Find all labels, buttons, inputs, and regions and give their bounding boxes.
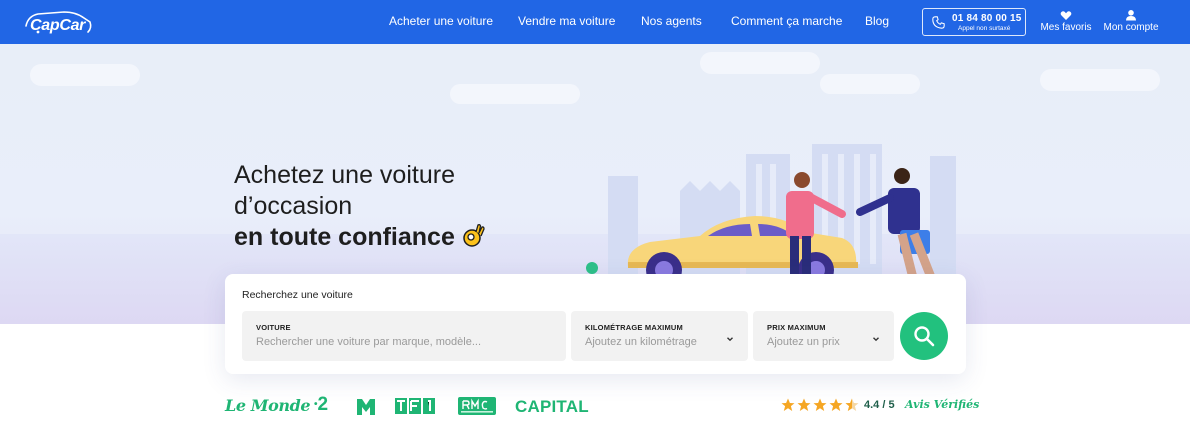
favorites-link[interactable]: Mes favoris xyxy=(1036,9,1096,33)
rating-score: 4.4 / 5 xyxy=(864,399,895,411)
price-value: Ajoutez un prix xyxy=(767,336,840,348)
headline-line-3-text: en toute confiance xyxy=(234,223,455,251)
press-logo-france2: •2 xyxy=(314,394,329,415)
mileage-label: KILOMÉTRAGE MAXIMUM xyxy=(585,323,683,332)
nav-link-buy[interactable]: Acheter une voiture xyxy=(389,14,493,28)
mileage-select[interactable]: KILOMÉTRAGE MAXIMUM Ajoutez un kilométra… xyxy=(571,311,748,361)
cloud-decoration xyxy=(820,74,920,94)
chevron-down-icon xyxy=(727,337,733,342)
tf1-logo-icon xyxy=(395,398,435,414)
top-navbar: CapCar Acheter une voiture Vendre ma voi… xyxy=(0,0,1190,44)
phone-icon xyxy=(932,16,945,29)
phone-button[interactable]: 01 84 80 00 15 Appel non surtaxé xyxy=(922,8,1026,36)
press-logo-lemonde: Le Monde xyxy=(225,396,311,415)
press-logo-rmc xyxy=(458,397,496,419)
mileage-value: Ajoutez un kilométrage xyxy=(585,336,697,348)
capcar-logo[interactable]: CapCar xyxy=(24,8,94,36)
cloud-decoration xyxy=(700,52,820,74)
phone-number: 01 84 80 00 15 xyxy=(952,13,1022,24)
headline-line-2: d’occasion xyxy=(234,192,353,220)
search-title: Recherchez une voiture xyxy=(242,289,353,301)
account-link[interactable]: Mon compte xyxy=(1101,9,1161,33)
nav-link-sell[interactable]: Vendre ma voiture xyxy=(518,14,615,28)
cloud-decoration xyxy=(30,64,140,86)
favorites-label: Mes favoris xyxy=(1040,22,1092,33)
verified-reviews-logo[interactable]: Avis Vérifiés xyxy=(905,398,979,411)
search-icon xyxy=(914,326,935,347)
press-logo-capital: CAPITAL xyxy=(515,397,589,416)
heart-icon xyxy=(1060,11,1072,20)
price-label: PRIX MAXIMUM xyxy=(767,323,826,332)
ok-hand-emoji-icon xyxy=(463,224,485,247)
car-search-input[interactable]: Rechercher une voiture par marque, modèl… xyxy=(256,336,481,348)
car-search-label: VOITURE xyxy=(256,323,291,332)
cloud-decoration xyxy=(1040,69,1160,91)
press-logo-tf1 xyxy=(395,398,437,420)
search-button[interactable] xyxy=(900,312,948,360)
cloud-decoration xyxy=(450,84,580,104)
car-search-field[interactable]: VOITURE Rechercher une voiture par marqu… xyxy=(242,311,566,361)
m6-logo-icon xyxy=(357,399,375,415)
nav-link-blog[interactable]: Blog xyxy=(865,14,889,28)
user-icon xyxy=(1126,10,1136,21)
phone-note: Appel non surtaxé xyxy=(958,25,1011,32)
account-label: Mon compte xyxy=(1103,22,1159,33)
headline-line-1: Achetez une voiture xyxy=(234,161,455,189)
headline-line-3: en toute confiance xyxy=(234,222,487,253)
press-logo-m6 xyxy=(356,398,376,420)
nav-link-agents[interactable]: Nos agents xyxy=(641,14,702,28)
hero-headline: Achetez une voiture d’occasion en toute … xyxy=(234,160,487,253)
rmc-logo-icon xyxy=(458,397,496,415)
rating-stars-icon xyxy=(781,398,859,411)
logo-text: CapCar xyxy=(30,17,86,34)
chevron-down-icon xyxy=(873,337,879,342)
nav-link-how-it-works[interactable]: Comment ça marche xyxy=(731,14,842,28)
price-select[interactable]: PRIX MAXIMUM Ajoutez un prix xyxy=(753,311,894,361)
search-card: Recherchez une voiture VOITURE Recherche… xyxy=(225,274,966,374)
france2-text: 2 xyxy=(317,394,329,415)
